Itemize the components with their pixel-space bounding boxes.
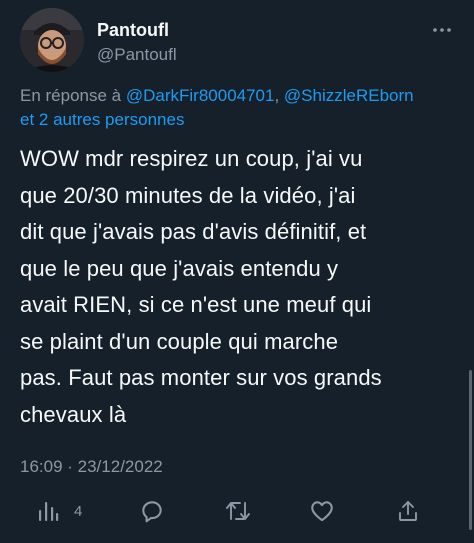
share-button[interactable] — [396, 496, 420, 526]
avatar-image — [20, 8, 84, 72]
mention-link-1[interactable]: @DarkFir80004701 — [126, 86, 275, 105]
tweet-line: dit que j'avais pas d'avis définitif, et — [20, 219, 367, 244]
retweet-icon — [224, 498, 252, 524]
reply-icon — [139, 498, 165, 524]
tweet-line: se plaint d'un couple qui marche — [20, 328, 339, 354]
like-icon — [309, 498, 335, 524]
reply-separator: , — [274, 86, 284, 105]
tweet-line: avait RIEN, si ce n'est une meuf qui — [20, 292, 372, 317]
author-handle[interactable]: @Pantoufl — [97, 45, 177, 65]
scrollbar[interactable] — [469, 370, 472, 530]
tweet-line: pas. Faut pas monter sur vos grands — [20, 365, 382, 390]
more-options-icon[interactable] — [430, 20, 454, 40]
tweet: Pantoufl @Pantoufl En réponse à @DarkFir… — [0, 0, 474, 543]
tweet-line: que le peu que j'avais entendu y — [20, 255, 339, 281]
tweet-line: que 20/30 minutes de la vidéo, j'ai — [20, 182, 356, 208]
share-icon — [396, 498, 420, 524]
avatar[interactable] — [20, 8, 84, 72]
like-button[interactable] — [309, 496, 335, 526]
tweet-line: chevaux là — [20, 401, 127, 427]
others-link[interactable]: et 2 autres personnes — [20, 110, 184, 129]
tweet-text: WOW mdr respirez un coup, j'ai vu que 20… — [20, 141, 460, 433]
views-count: 4 — [74, 502, 83, 520]
tweet-timestamp[interactable]: 16:09 · 23/12/2022 — [20, 457, 163, 477]
reply-button[interactable] — [139, 496, 165, 526]
views-icon — [36, 499, 60, 523]
retweet-button[interactable] — [224, 496, 252, 526]
mention-link-2[interactable]: @ShizzleREborn — [284, 86, 414, 105]
author-display-name[interactable]: Pantoufl — [97, 20, 169, 41]
reply-context: En réponse à @DarkFir80004701, @ShizzleR… — [20, 84, 460, 132]
reply-prefix: En réponse à — [20, 86, 126, 105]
views-button[interactable]: 4 — [36, 496, 82, 526]
action-bar: 4 — [0, 496, 474, 528]
tweet-line: WOW mdr respirez un coup, j'ai vu — [20, 146, 363, 171]
